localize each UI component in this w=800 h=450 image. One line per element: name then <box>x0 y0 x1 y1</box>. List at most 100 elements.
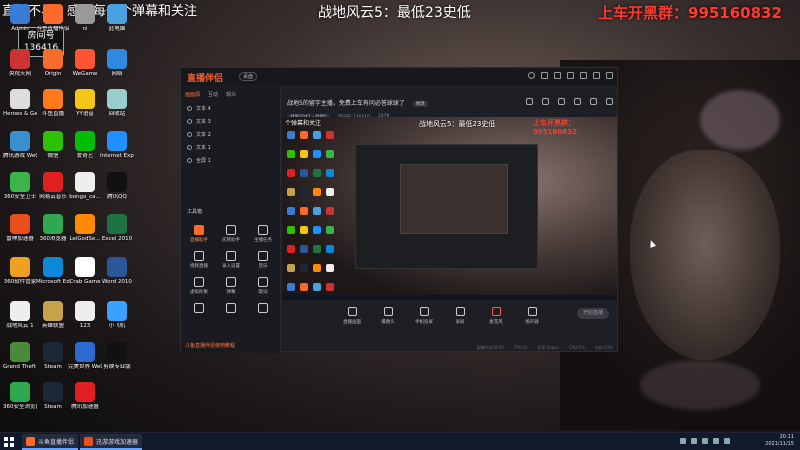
toolbox-item[interactable]: 歌词 <box>247 277 279 295</box>
settings-icon[interactable] <box>541 72 548 79</box>
desktop-icon[interactable]: 斗鱼直播伴侣 <box>36 4 70 33</box>
toolbox-item[interactable]: 房管助手 <box>215 225 247 243</box>
toolbox-item[interactable]: 弹幕 <box>215 277 247 295</box>
source-item[interactable]: 文本 2 <box>181 128 280 141</box>
desktop-icon[interactable]: 腾讯加速器 <box>68 382 102 411</box>
desktop-icon[interactable]: Origin <box>36 49 70 78</box>
visibility-eye-icon[interactable] <box>187 106 192 111</box>
live-scene-button[interactable]: 直播画面 <box>341 303 363 325</box>
toolbox-item[interactable]: 音乐 <box>247 251 279 269</box>
desktop-icon[interactable]: 斗鱼直播 <box>36 89 70 118</box>
desktop-icon[interactable]: Word 2010 <box>100 257 134 286</box>
tutorial-notice[interactable]: 斗鱼直播伴侣使用教程 <box>185 342 235 349</box>
network-icon[interactable] <box>702 438 708 444</box>
desktop-icon[interactable]: Internet Explorer <box>100 131 134 160</box>
source-item[interactable]: 文本 3 <box>181 115 280 128</box>
visibility-eye-icon[interactable] <box>187 145 192 150</box>
desktop-icon[interactable]: ni <box>68 4 102 33</box>
menu-icon[interactable] <box>567 72 574 79</box>
camera-button[interactable]: 摄像头 <box>377 303 399 325</box>
microphone-button[interactable]: 麦克风 <box>485 303 507 325</box>
layout-icon[interactable] <box>542 98 549 105</box>
mode-tag[interactable]: 桌面 <box>239 72 258 81</box>
desktop-icon[interactable]: Crab Game <box>68 257 102 286</box>
desktop-icon[interactable]: 网络 <box>100 49 134 78</box>
desktop-icon[interactable]: 爱奇艺 <box>68 131 102 160</box>
share-link-icon[interactable] <box>606 98 613 105</box>
desktop-icon[interactable]: Steam <box>36 382 70 411</box>
volume-icon[interactable] <box>713 438 719 444</box>
desktop-icon[interactable]: WeGame <box>68 49 102 78</box>
toolbox-item[interactable] <box>247 303 279 315</box>
desktop-icon[interactable]: 战地风云 1 <box>3 301 37 330</box>
toolbox-item[interactable]: 直播助手 <box>183 225 215 243</box>
stream-preview[interactable]: 个弹幕和关注 战地风云5：最低23史低 上车开黑群：995160832 <box>283 117 617 300</box>
source-item[interactable]: 文本 4 <box>181 102 280 115</box>
source-item[interactable]: 文本 1 <box>181 141 280 154</box>
phone-cast-button[interactable]: 手机投屏 <box>413 303 435 325</box>
source-item[interactable]: 全屏 1 <box>181 154 280 167</box>
desktop-icon[interactable]: Grand Theft Auto V <box>3 342 37 371</box>
windows-start-icon[interactable] <box>4 437 14 447</box>
toolbox-item[interactable] <box>215 303 247 315</box>
desktop-icon[interactable]: 央视天网 <box>3 49 37 78</box>
desktop-icon[interactable]: 回收站 <box>100 89 134 118</box>
desktop-icon[interactable]: bongo_ca... <box>68 172 102 201</box>
camera-icon[interactable] <box>574 98 581 105</box>
toolbox-item[interactable]: 录入设置 <box>215 251 247 269</box>
desktop-icon[interactable]: 微信 <box>36 131 70 160</box>
desktop-icon[interactable]: 英雄联盟 <box>36 301 70 330</box>
desktop-icon[interactable]: LeiGodSe... <box>68 214 102 243</box>
tab-interaction[interactable]: 互动 <box>208 91 218 98</box>
desktop-icon[interactable]: 此电脑 <box>100 4 134 33</box>
desktop-icon[interactable]: Excel 2010 <box>100 214 134 243</box>
visibility-eye-icon[interactable] <box>187 132 192 137</box>
record-button[interactable]: 录屏 <box>449 303 471 325</box>
taskbar-item-accelerator[interactable]: 迅游游戏加速器 <box>80 434 143 450</box>
tray-app-icon[interactable] <box>691 438 697 444</box>
tab-sources[interactable]: 画面源 <box>185 91 200 98</box>
visibility-eye-icon[interactable] <box>187 158 192 163</box>
maximize-icon[interactable] <box>593 72 600 79</box>
desktop-icon[interactable]: 剪映专业版 <box>100 342 134 371</box>
minimize-icon[interactable] <box>580 72 587 79</box>
desktop-icon[interactable]: 网易云音乐 <box>36 172 70 201</box>
speaker-button[interactable]: 扬声器 <box>521 303 543 325</box>
start-live-button[interactable]: 开始直播 <box>577 308 609 319</box>
toolbox-item[interactable]: 主播任务 <box>247 225 279 243</box>
desktop-icon[interactable]: Steam <box>36 342 70 371</box>
edit-announcement-button[interactable]: 修改 <box>412 101 428 107</box>
share-icon[interactable] <box>526 98 533 105</box>
bell-icon[interactable] <box>590 98 597 105</box>
desktop-icon[interactable]: 123 <box>68 301 102 330</box>
desktop-icon[interactable]: Heroes & Generals <box>3 89 37 118</box>
desktop-icon[interactable]: 腾讯游戏 WeGame版 <box>3 131 37 160</box>
streaming-app-window[interactable]: 直播伴侣 桌面 画面源 互动 观众 文本 4 文本 3 文本 2 文本 1 全屏 1 工… <box>180 67 618 353</box>
taskbar-item-streaming-app[interactable]: 斗鱼直播伴侣 <box>22 434 79 450</box>
tray-app-icon[interactable] <box>680 438 686 444</box>
app-icon <box>75 382 95 402</box>
desktop-icon[interactable]: 360安全浏览器 <box>3 382 37 411</box>
app-titlebar[interactable]: 直播伴侣 桌面 <box>181 68 617 85</box>
avatar-icon[interactable] <box>528 72 535 79</box>
desktop-icon[interactable]: 完美世界 WeGame版 <box>68 342 102 371</box>
desktop-icon[interactable]: 腾讯QQ <box>100 172 134 201</box>
close-icon[interactable] <box>606 72 613 79</box>
desktop-icon[interactable]: 小飞机 <box>100 301 134 330</box>
tab-audience[interactable]: 观众 <box>226 91 236 98</box>
desktop-icon[interactable]: 360浏览器 <box>36 214 70 243</box>
toolbox-item[interactable] <box>183 303 215 315</box>
clock[interactable]: 20:11 2021/11/15 <box>765 434 794 448</box>
ime-icon[interactable] <box>724 438 730 444</box>
toolbox-item[interactable]: 视频直播 <box>183 251 215 269</box>
desktop-icon[interactable]: YY语音 <box>68 89 102 118</box>
desktop-icon[interactable]: 360安全卫士 <box>3 172 37 201</box>
desktop-icon[interactable]: Microsoft Edge <box>36 257 70 286</box>
lock-icon[interactable] <box>558 98 565 105</box>
desktop-icon[interactable]: 雷神加速器 <box>3 214 37 243</box>
toolbox-item[interactable]: 虚拟形象 <box>183 277 215 295</box>
desktop-icon[interactable]: 360软件管家 <box>3 257 37 286</box>
skin-icon[interactable] <box>554 72 561 79</box>
visibility-eye-icon[interactable] <box>187 119 192 124</box>
desktop-icon[interactable]: Admin <box>3 4 37 33</box>
